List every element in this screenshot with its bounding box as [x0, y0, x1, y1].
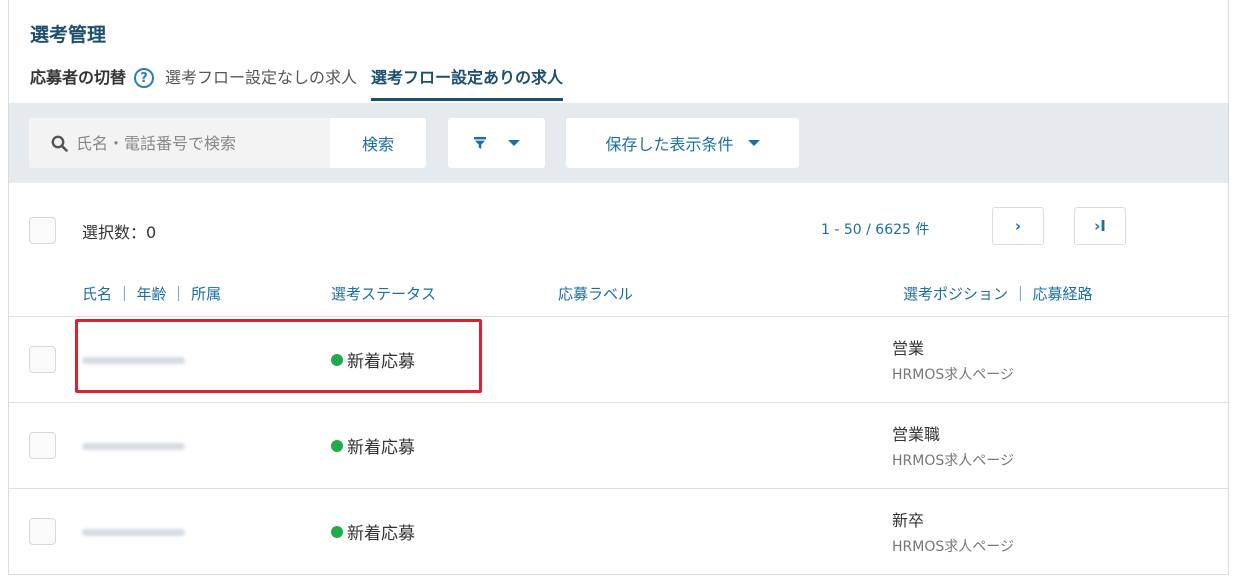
chevron-down-icon: [747, 140, 760, 146]
next-page-button[interactable]: ›: [992, 207, 1044, 245]
status-text: 新着応募: [347, 438, 415, 458]
blurred-applicant-name: [82, 443, 185, 450]
pagination-info: 1 - 50 / 6625 件: [821, 222, 930, 238]
column-header-position[interactable]: 選考ポジション ｜ 応募経路: [903, 283, 1093, 304]
row-checkbox[interactable]: [29, 432, 56, 459]
applicant-switch-row: 応募者の切替 ? 選考フロー設定なしの求人 選考フロー設定ありの求人: [30, 66, 564, 104]
status-text: 新着応募: [347, 524, 415, 544]
page-title: 選考管理: [30, 24, 107, 46]
route-text: HRMOS求人ページ: [892, 367, 1014, 383]
route-text: HRMOS求人ページ: [892, 539, 1014, 555]
table-row[interactable]: 新着応募 新卒 HRMOS求人ページ: [9, 488, 1228, 574]
blurred-applicant-name: [82, 529, 185, 536]
table-row[interactable]: 新着応募 営業 HRMOS求人ページ: [9, 316, 1228, 402]
column-header-name[interactable]: 氏名 ｜ 年齢 ｜ 所属: [82, 283, 221, 304]
filter-icon: [473, 137, 486, 149]
column-header-label[interactable]: 応募ラベル: [558, 283, 633, 304]
position-text: 新卒: [892, 511, 925, 530]
select-all-checkbox[interactable]: [29, 217, 56, 244]
selection-management-panel: 選考管理 応募者の切替 ? 選考フロー設定なしの求人 選考フロー設定ありの求人 …: [8, 0, 1229, 575]
row-checkbox[interactable]: [29, 518, 56, 545]
saved-conditions-label: 保存した表示条件: [605, 135, 734, 154]
blurred-applicant-name: [82, 357, 185, 364]
search-field-wrap: [29, 118, 330, 168]
search-button[interactable]: 検索: [330, 118, 426, 168]
page-header: 選考管理 応募者の切替 ? 選考フロー設定なしの求人 選考フロー設定ありの求人: [9, 0, 1228, 103]
search-icon: [51, 135, 68, 152]
chevron-down-icon: [507, 140, 520, 146]
saved-conditions-button[interactable]: 保存した表示条件: [566, 118, 799, 168]
status-dot-icon: [331, 353, 343, 366]
status-text: 新着応募: [347, 352, 415, 372]
column-header-status[interactable]: 選考ステータス: [331, 283, 436, 304]
position-text: 営業: [892, 339, 925, 358]
row-checkbox[interactable]: [29, 346, 56, 373]
status-cell: 新着応募: [331, 347, 415, 372]
filter-button[interactable]: [448, 118, 545, 168]
search-box: 検索: [29, 118, 426, 168]
search-toolbar: 検索 保存した表示条件: [9, 103, 1228, 183]
last-page-button[interactable]: ›I: [1074, 207, 1126, 245]
status-cell: 新着応募: [331, 433, 415, 458]
list-control-bar: 選択数：0 1 - 50 / 6625 件 › ›I: [9, 183, 1228, 273]
help-icon[interactable]: ?: [134, 68, 155, 88]
position-text: 営業職: [892, 425, 941, 444]
route-text: HRMOS求人ページ: [892, 453, 1014, 469]
status-dot-icon: [331, 439, 343, 452]
search-input[interactable]: [76, 133, 306, 153]
tab-flow-jobs[interactable]: 選考フロー設定ありの求人: [371, 66, 564, 101]
status-cell: 新着応募: [331, 519, 415, 544]
tab-no-flow-jobs[interactable]: 選考フロー設定なしの求人: [165, 66, 357, 98]
table-row[interactable]: 新着応募 営業職 HRMOS求人ページ: [9, 402, 1228, 488]
selected-count: 選択数：0: [82, 223, 157, 242]
status-dot-icon: [331, 525, 343, 538]
applicant-switch-label: 応募者の切替: [30, 68, 127, 87]
